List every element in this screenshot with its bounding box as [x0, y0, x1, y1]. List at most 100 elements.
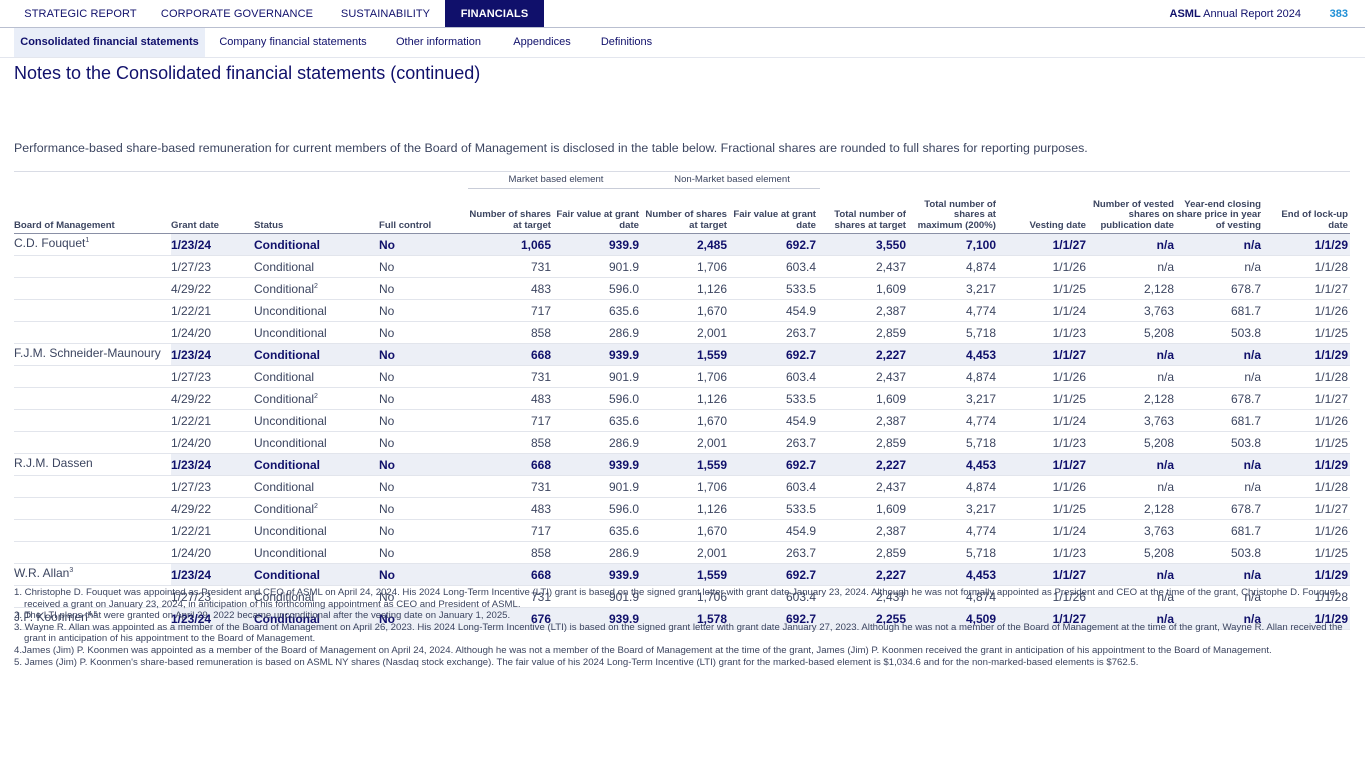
grant-date-cell: 4/29/22	[171, 497, 254, 520]
header-full-control: Full control	[379, 219, 432, 231]
tab-financials[interactable]: FINANCIALS	[445, 0, 544, 27]
value-cell-n-shares: 1,126	[641, 497, 729, 520]
status-cell: Unconditional	[254, 409, 379, 432]
value-cell-m-shares: 731	[469, 365, 553, 388]
member-name-cell	[14, 409, 171, 432]
value-cell-vest: 1/1/24	[998, 519, 1088, 542]
value-cell-total: 1,609	[818, 497, 908, 520]
value-cell-lock: 1/1/29	[1263, 453, 1350, 476]
value-cell-lock: 1/1/26	[1263, 519, 1350, 542]
value-cell-vest: 1/1/26	[998, 365, 1088, 388]
value-cell-n-shares: 1,670	[641, 299, 729, 322]
header-market-shares-at-target: Number of shares at target	[469, 209, 551, 231]
value-cell-n-fv: 533.5	[729, 277, 818, 300]
footnote-1: 1. Christophe D. Fouquet was appointed a…	[14, 587, 1338, 610]
table-top-rule	[14, 171, 1350, 172]
value-cell-n-shares: 1,559	[641, 563, 729, 586]
value-cell-vested: n/a	[1088, 233, 1176, 256]
value-cell-vest: 1/1/26	[998, 475, 1088, 498]
value-cell-n-fv: 454.9	[729, 409, 818, 432]
value-cell-vest: 1/1/26	[998, 255, 1088, 278]
full-control-cell: No	[379, 519, 469, 542]
value-cell-lock: 1/1/28	[1263, 255, 1350, 278]
tab-strategic-report[interactable]: STRATEGIC REPORT	[14, 0, 147, 27]
header-vesting-date: Vesting date	[1029, 219, 1086, 231]
member-footnote-ref: 1	[85, 237, 90, 244]
status-footnote-ref: 2	[314, 502, 318, 510]
status-text: Unconditional	[254, 523, 327, 538]
value-cell-n-fv: 263.7	[729, 541, 818, 564]
subtab-company-financial-statements[interactable]: Company financial statements	[213, 28, 373, 57]
value-cell-m-shares: 858	[469, 541, 553, 564]
value-cell-price: 681.7	[1176, 519, 1263, 542]
value-cell-vested: n/a	[1088, 365, 1176, 388]
value-cell-price: 503.8	[1176, 431, 1263, 454]
value-cell-total: 2,437	[818, 365, 908, 388]
value-cell-m-fv: 596.0	[553, 277, 641, 300]
value-cell-n-shares: 1,670	[641, 519, 729, 542]
value-cell-price: 678.7	[1176, 277, 1263, 300]
value-cell-n-shares: 1,559	[641, 453, 729, 476]
value-cell-m-fv: 939.9	[553, 343, 641, 366]
value-cell-max: 3,217	[908, 387, 998, 410]
value-cell-total: 2,227	[818, 563, 908, 586]
value-cell-max: 4,453	[908, 453, 998, 476]
header-total-shares-at-target: Total number of shares at target	[834, 209, 906, 231]
value-cell-price: 681.7	[1176, 299, 1263, 322]
value-cell-vested: 3,763	[1088, 409, 1176, 432]
value-cell-total: 3,550	[818, 233, 908, 256]
value-cell-m-fv: 286.9	[553, 321, 641, 344]
header-non-market-fair-value: Fair value at grant date	[733, 209, 816, 231]
status-cell: Conditional2	[254, 277, 379, 300]
status-text: Unconditional	[254, 413, 327, 428]
value-cell-vest: 1/1/23	[998, 541, 1088, 564]
value-cell-total: 2,437	[818, 255, 908, 278]
value-cell-lock: 1/1/29	[1263, 233, 1350, 256]
status-text: Conditional	[254, 457, 320, 472]
value-cell-vested: 3,763	[1088, 519, 1176, 542]
value-cell-vest: 1/1/24	[998, 299, 1088, 322]
value-cell-total: 2,859	[818, 431, 908, 454]
grant-date-cell: 1/27/23	[171, 365, 254, 388]
value-cell-lock: 1/1/26	[1263, 299, 1350, 322]
subtab-other-information[interactable]: Other information	[388, 28, 489, 57]
value-cell-lock: 1/1/27	[1263, 387, 1350, 410]
subtab-definitions[interactable]: Definitions	[594, 28, 659, 57]
value-cell-m-fv: 939.9	[553, 453, 641, 476]
grant-date-cell: 1/24/20	[171, 541, 254, 564]
subtab-appendices[interactable]: Appendices	[507, 28, 577, 57]
tab-sustainability[interactable]: SUSTAINABILITY	[327, 0, 444, 27]
table-row: R.J.M. Dassen 1/23/24 Conditional No 668 939.…	[14, 453, 1350, 476]
top-navigation: STRATEGIC REPORT CORPORATE GOVERNANCE SU…	[0, 0, 1365, 28]
full-control-cell: No	[379, 255, 469, 278]
value-cell-vested: 2,128	[1088, 497, 1176, 520]
member-name: R.J.M. Dassen	[14, 456, 93, 470]
full-control-cell: No	[379, 299, 469, 322]
value-cell-max: 4,774	[908, 409, 998, 432]
status-text: Conditional	[254, 281, 315, 296]
table-row: 1/22/21 Unconditional No 717 635.6 1,670 454.9…	[14, 299, 1350, 322]
value-cell-total: 2,227	[818, 343, 908, 366]
full-control-cell: No	[379, 365, 469, 388]
value-cell-n-shares: 2,001	[641, 541, 729, 564]
status-text: Unconditional	[254, 303, 327, 318]
value-cell-total: 2,437	[818, 475, 908, 498]
status-cell: Conditional	[254, 563, 379, 586]
value-cell-max: 7,100	[908, 233, 998, 256]
value-cell-m-fv: 635.6	[553, 299, 641, 322]
table-row: 1/22/21 Unconditional No 717 635.6 1,670 454.9…	[14, 409, 1350, 432]
value-cell-lock: 1/1/25	[1263, 541, 1350, 564]
status-cell: Unconditional	[254, 431, 379, 454]
subtab-consolidated-financial-statements[interactable]: Consolidated financial statements	[14, 28, 205, 57]
member-name-cell: W.R. Allan3	[14, 563, 171, 586]
value-cell-total: 2,387	[818, 409, 908, 432]
value-cell-total: 2,387	[818, 519, 908, 542]
value-cell-price: n/a	[1176, 343, 1263, 366]
value-cell-m-shares: 731	[469, 255, 553, 278]
table-row: 1/27/23 Conditional No 731 901.9 1,706 603.4 2,…	[14, 365, 1350, 388]
value-cell-vested: 2,128	[1088, 387, 1176, 410]
status-text: Conditional	[254, 369, 315, 384]
tab-corporate-governance[interactable]: CORPORATE GOVERNANCE	[152, 0, 322, 27]
value-cell-max: 3,217	[908, 277, 998, 300]
value-cell-max: 4,874	[908, 475, 998, 498]
